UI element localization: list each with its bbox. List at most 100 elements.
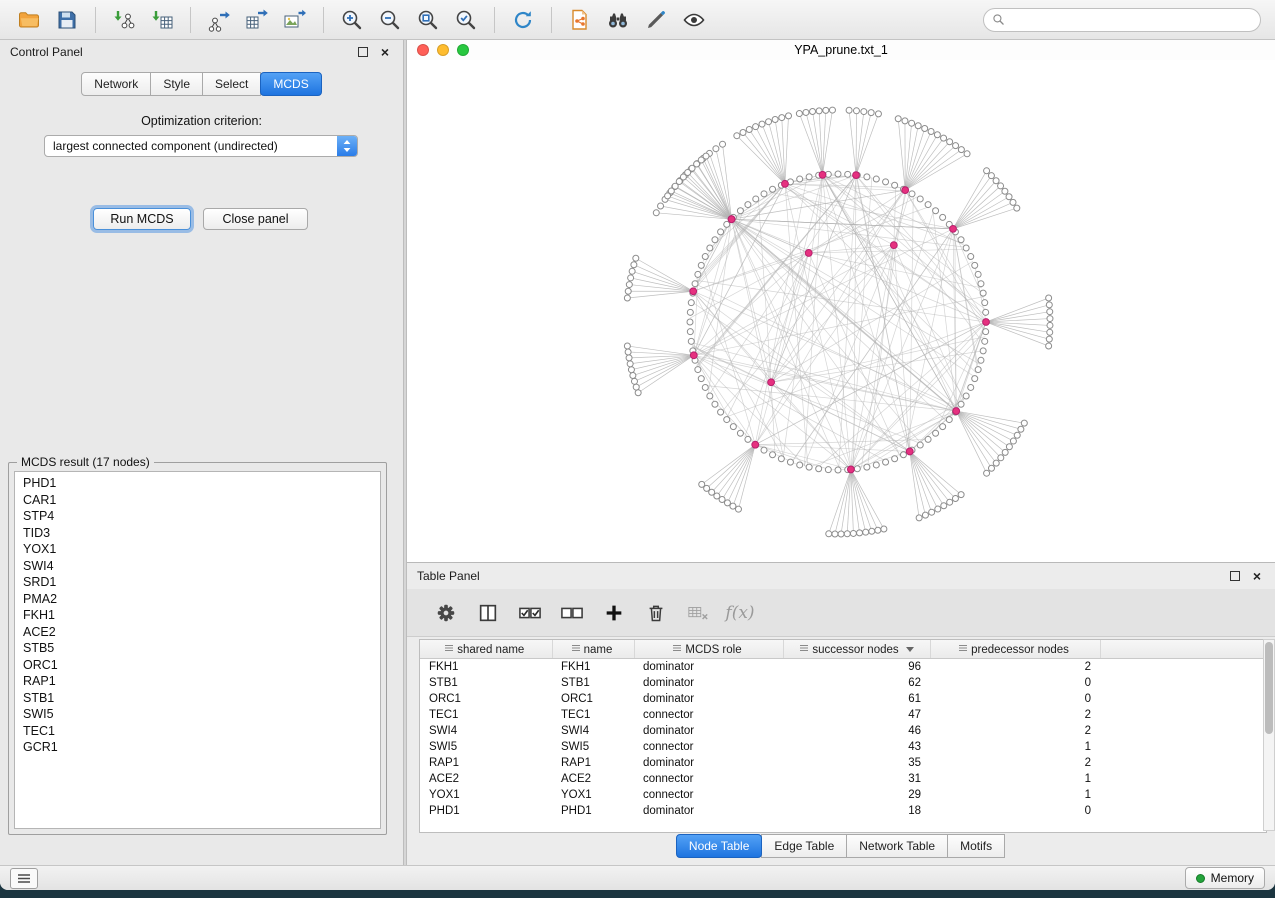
- float-panel-icon[interactable]: [355, 44, 371, 60]
- network-node[interactable]: [759, 121, 765, 127]
- network-node[interactable]: [797, 462, 803, 468]
- save-session-button[interactable]: [51, 4, 83, 36]
- zoom-fit-button[interactable]: [412, 4, 444, 36]
- network-node[interactable]: [984, 470, 990, 476]
- scrollbar-thumb[interactable]: [1265, 642, 1273, 734]
- export-image-button[interactable]: [279, 4, 311, 36]
- network-node[interactable]: [922, 126, 928, 132]
- network-node[interactable]: [737, 208, 743, 214]
- network-node[interactable]: [1047, 322, 1053, 328]
- mcds-result-item[interactable]: PMA2: [15, 591, 380, 608]
- network-node[interactable]: [853, 108, 859, 114]
- network-node[interactable]: [624, 343, 630, 349]
- network-node[interactable]: [968, 254, 974, 260]
- tab-edge-table[interactable]: Edge Table: [761, 834, 847, 858]
- network-node[interactable]: [730, 424, 736, 430]
- network-node[interactable]: [624, 295, 630, 301]
- open-session-button[interactable]: [13, 4, 45, 36]
- network-node[interactable]: [929, 509, 935, 515]
- network-node[interactable]: [724, 417, 730, 423]
- network-node[interactable]: [1010, 438, 1016, 444]
- network-node[interactable]: [653, 210, 659, 216]
- network-node[interactable]: [861, 109, 867, 115]
- network-node[interactable]: [633, 255, 639, 261]
- network-hub-node[interactable]: [690, 288, 697, 295]
- network-node[interactable]: [958, 401, 964, 407]
- show-columns-button[interactable]: [472, 597, 504, 629]
- network-node[interactable]: [982, 338, 988, 344]
- network-node[interactable]: [803, 109, 809, 115]
- network-node[interactable]: [988, 465, 994, 471]
- column-header-name[interactable]: name: [552, 640, 634, 659]
- network-hub-node[interactable]: [890, 242, 897, 249]
- network-node[interactable]: [958, 492, 964, 498]
- network-node[interactable]: [980, 348, 986, 354]
- network-hub-node[interactable]: [983, 319, 990, 326]
- search-input[interactable]: [1010, 12, 1252, 28]
- network-node[interactable]: [692, 281, 698, 287]
- float-table-panel-icon[interactable]: [1227, 568, 1243, 584]
- table-row[interactable]: SWI4SWI4dominator462: [420, 723, 1266, 739]
- network-node[interactable]: [702, 384, 708, 390]
- network-node[interactable]: [724, 221, 730, 227]
- network-node[interactable]: [875, 111, 881, 117]
- close-table-panel-icon[interactable]: ×: [1249, 568, 1265, 584]
- network-node[interactable]: [826, 531, 832, 537]
- network-node[interactable]: [958, 237, 964, 243]
- network-node[interactable]: [933, 430, 939, 436]
- network-hub-node[interactable]: [847, 466, 854, 473]
- network-node[interactable]: [724, 500, 730, 506]
- tab-select[interactable]: Select: [202, 72, 261, 96]
- network-node[interactable]: [941, 503, 947, 509]
- network-hub-node[interactable]: [853, 172, 860, 179]
- mcds-result-item[interactable]: SRD1: [15, 574, 380, 591]
- network-node[interactable]: [1006, 444, 1012, 450]
- table-row[interactable]: FKH1FKH1dominator962: [420, 659, 1266, 676]
- column-header-mcds-role[interactable]: MCDS role: [634, 640, 783, 659]
- network-node[interactable]: [631, 262, 637, 268]
- network-node[interactable]: [869, 528, 875, 534]
- network-node[interactable]: [881, 526, 887, 532]
- task-history-button[interactable]: [10, 868, 38, 889]
- network-node[interactable]: [816, 108, 822, 114]
- network-node[interactable]: [630, 373, 636, 379]
- network-node[interactable]: [953, 143, 959, 149]
- network-node[interactable]: [633, 384, 639, 390]
- network-node[interactable]: [628, 275, 634, 281]
- network-node[interactable]: [883, 459, 889, 465]
- network-hub-node[interactable]: [690, 352, 697, 359]
- network-node[interactable]: [625, 288, 631, 294]
- network-node[interactable]: [928, 129, 934, 135]
- network-node[interactable]: [947, 499, 953, 505]
- network-hub-node[interactable]: [906, 448, 913, 455]
- function-builder-button[interactable]: f(x): [724, 597, 756, 629]
- search-box[interactable]: [983, 8, 1261, 32]
- network-node[interactable]: [703, 153, 709, 159]
- network-node[interactable]: [854, 466, 860, 472]
- network-node[interactable]: [707, 393, 713, 399]
- network-node[interactable]: [998, 455, 1004, 461]
- network-node[interactable]: [988, 173, 994, 179]
- tab-network-table[interactable]: Network Table: [846, 834, 948, 858]
- network-node[interactable]: [846, 107, 852, 113]
- mcds-result-item[interactable]: ACE2: [15, 624, 380, 641]
- close-panel-icon[interactable]: ×: [377, 44, 393, 60]
- network-node[interactable]: [699, 481, 705, 487]
- network-hub-node[interactable]: [950, 225, 957, 232]
- network-node[interactable]: [850, 530, 856, 536]
- table-row[interactable]: PHD1PHD1dominator180: [420, 803, 1266, 819]
- network-node[interactable]: [712, 401, 718, 407]
- tab-motifs[interactable]: Motifs: [947, 834, 1005, 858]
- network-node[interactable]: [909, 191, 915, 197]
- network-node[interactable]: [628, 367, 634, 373]
- mcds-result-item[interactable]: TEC1: [15, 723, 380, 740]
- apply-layout-button[interactable]: [507, 4, 539, 36]
- mcds-result-item[interactable]: ORC1: [15, 657, 380, 674]
- network-node[interactable]: [1021, 420, 1027, 426]
- table-row[interactable]: YOX1YOX1connector291: [420, 787, 1266, 803]
- export-network-button[interactable]: [203, 4, 235, 36]
- network-node[interactable]: [797, 176, 803, 182]
- network-node[interactable]: [835, 467, 841, 473]
- network-node[interactable]: [626, 355, 632, 361]
- network-hub-node[interactable]: [819, 171, 826, 178]
